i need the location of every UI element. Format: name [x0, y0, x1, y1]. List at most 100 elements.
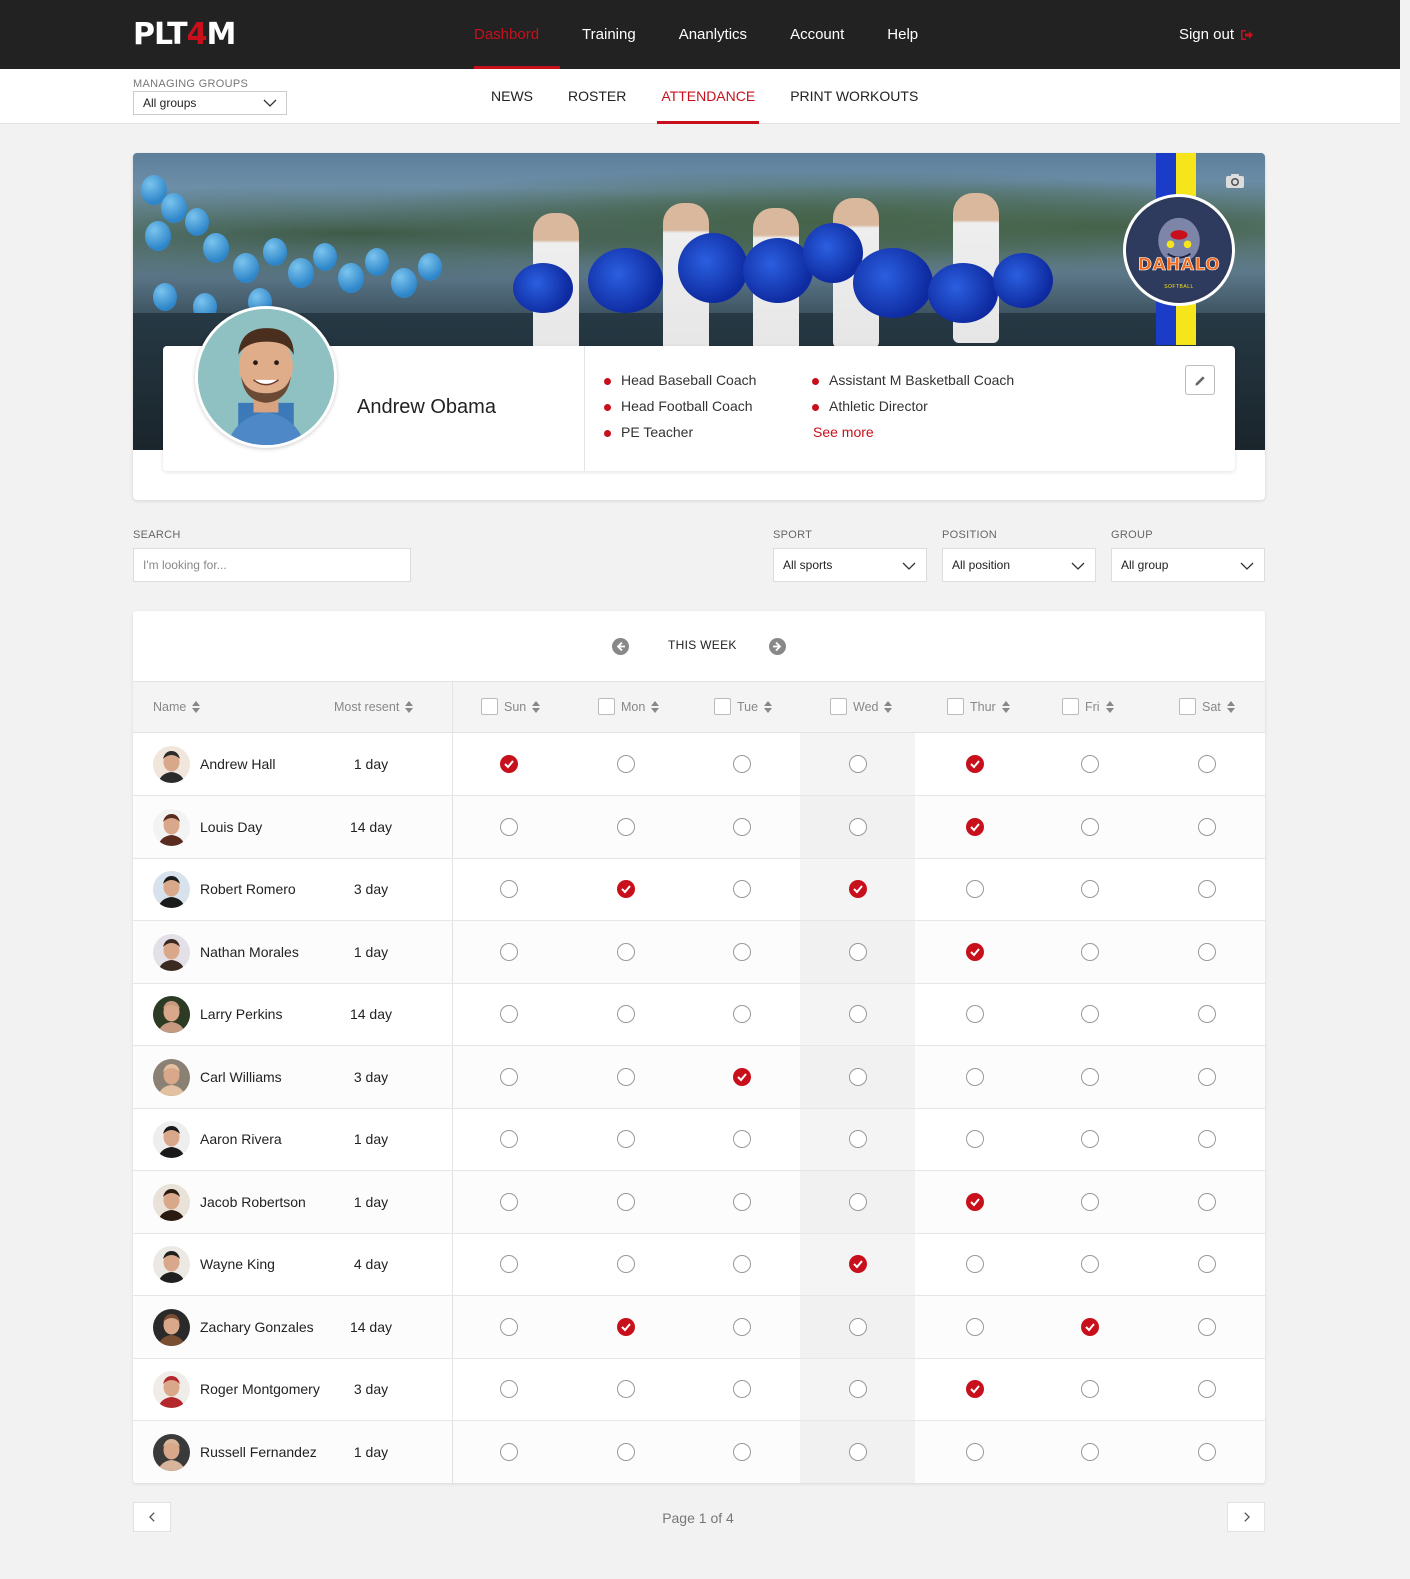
nav-training[interactable]: Training: [582, 0, 657, 69]
attendance-checked-icon[interactable]: [966, 1192, 984, 1211]
attendance-radio[interactable]: [617, 755, 635, 773]
attendance-radio[interactable]: [1198, 1005, 1216, 1023]
attendance-checked-icon[interactable]: [500, 755, 518, 773]
attendance-radio[interactable]: [966, 1255, 984, 1273]
row-name[interactable]: Wayne King: [200, 1256, 275, 1272]
attendance-radio[interactable]: [1198, 880, 1216, 898]
avatar[interactable]: [153, 1121, 190, 1158]
attendance-radio[interactable]: [617, 1192, 635, 1211]
row-name[interactable]: Zachary Gonzales: [200, 1319, 314, 1335]
attendance-checked-icon[interactable]: [733, 1067, 751, 1086]
attendance-radio[interactable]: [1081, 1255, 1099, 1273]
attendance-radio[interactable]: [1198, 1067, 1216, 1086]
column-header-fri[interactable]: Fri: [1062, 698, 1114, 715]
attendance-radio[interactable]: [966, 1067, 984, 1086]
group-select[interactable]: All group: [1111, 548, 1265, 582]
managing-groups-select[interactable]: All groups: [133, 91, 287, 115]
select-day-checkbox[interactable]: [598, 698, 615, 715]
attendance-radio[interactable]: [617, 1442, 635, 1461]
next-week-arrow-icon[interactable]: [769, 638, 786, 655]
select-day-checkbox[interactable]: [481, 698, 498, 715]
attendance-radio[interactable]: [500, 817, 518, 836]
attendance-radio[interactable]: [1198, 755, 1216, 773]
attendance-radio[interactable]: [500, 1255, 518, 1273]
attendance-radio[interactable]: [966, 880, 984, 898]
avatar[interactable]: [153, 1183, 190, 1221]
avatar[interactable]: [153, 1371, 190, 1408]
column-header-sun[interactable]: Sun: [481, 698, 541, 715]
column-header-mon[interactable]: Mon: [598, 698, 660, 715]
attendance-radio[interactable]: [1081, 1005, 1099, 1023]
attendance-radio[interactable]: [733, 1255, 751, 1273]
attendance-radio[interactable]: [733, 817, 751, 836]
attendance-checked-icon[interactable]: [617, 1317, 635, 1336]
row-name[interactable]: Larry Perkins: [200, 1006, 282, 1022]
row-name[interactable]: Robert Romero: [200, 881, 296, 897]
avatar[interactable]: [153, 1433, 190, 1471]
attendance-radio[interactable]: [1198, 1255, 1216, 1273]
attendance-radio[interactable]: [617, 1067, 635, 1086]
see-more-link[interactable]: See more: [813, 424, 874, 440]
select-day-checkbox[interactable]: [947, 698, 964, 715]
attendance-radio[interactable]: [849, 1067, 867, 1086]
attendance-radio[interactable]: [1198, 817, 1216, 836]
attendance-radio[interactable]: [617, 1380, 635, 1398]
edit-profile-button[interactable]: [1185, 365, 1215, 395]
row-name[interactable]: Roger Montgomery: [200, 1381, 320, 1397]
attendance-radio[interactable]: [1198, 942, 1216, 961]
sign-out-button[interactable]: Sign out: [1179, 0, 1254, 69]
attendance-radio[interactable]: [500, 1380, 518, 1398]
attendance-radio[interactable]: [1081, 1192, 1099, 1211]
column-header-wed[interactable]: Wed: [830, 698, 893, 715]
row-name[interactable]: Nathan Morales: [200, 944, 299, 960]
attendance-radio[interactable]: [1198, 1130, 1216, 1148]
attendance-radio[interactable]: [500, 1005, 518, 1023]
attendance-radio[interactable]: [617, 817, 635, 836]
attendance-checked-icon[interactable]: [966, 1380, 984, 1398]
attendance-checked-icon[interactable]: [966, 942, 984, 961]
attendance-checked-icon[interactable]: [849, 1255, 867, 1273]
camera-icon[interactable]: [1225, 173, 1245, 189]
attendance-radio[interactable]: [849, 817, 867, 836]
attendance-checked-icon[interactable]: [1081, 1317, 1099, 1336]
attendance-radio[interactable]: [849, 1130, 867, 1148]
column-header-tue[interactable]: Tue: [714, 698, 773, 715]
plt4m-logo[interactable]: PLT 4 M: [133, 20, 236, 50]
nav-dashboard[interactable]: Dashbord: [474, 0, 561, 69]
nav-account[interactable]: Account: [790, 0, 865, 69]
attendance-radio[interactable]: [733, 942, 751, 961]
tab-print-workouts[interactable]: PRINT WORKOUTS: [786, 69, 922, 124]
attendance-radio[interactable]: [500, 1442, 518, 1461]
attendance-radio[interactable]: [733, 1317, 751, 1336]
attendance-checked-icon[interactable]: [617, 880, 635, 898]
attendance-radio[interactable]: [733, 1005, 751, 1023]
attendance-radio[interactable]: [733, 1192, 751, 1211]
sport-select[interactable]: All sports: [773, 548, 927, 582]
row-name[interactable]: Aaron Rivera: [200, 1131, 282, 1147]
attendance-radio[interactable]: [1198, 1317, 1216, 1336]
attendance-radio[interactable]: [617, 1255, 635, 1273]
attendance-radio[interactable]: [849, 1380, 867, 1398]
column-header-thur[interactable]: Thur: [947, 698, 1010, 715]
attendance-radio[interactable]: [849, 1192, 867, 1211]
attendance-radio[interactable]: [733, 1380, 751, 1398]
attendance-radio[interactable]: [849, 755, 867, 773]
attendance-radio[interactable]: [1081, 1067, 1099, 1086]
column-header-name[interactable]: Name: [153, 700, 201, 714]
select-day-checkbox[interactable]: [1179, 698, 1196, 715]
attendance-radio[interactable]: [733, 1442, 751, 1461]
row-name[interactable]: Russell Fernandez: [200, 1444, 317, 1460]
attendance-radio[interactable]: [1081, 817, 1099, 836]
attendance-radio[interactable]: [1081, 755, 1099, 773]
attendance-radio[interactable]: [500, 1067, 518, 1086]
attendance-radio[interactable]: [733, 1130, 751, 1148]
next-page-button[interactable]: [1227, 1502, 1265, 1532]
attendance-radio[interactable]: [500, 1130, 518, 1148]
profile-avatar[interactable]: [195, 306, 337, 448]
tab-roster[interactable]: ROSTER: [564, 69, 630, 124]
column-header-most-recent[interactable]: Most resent: [334, 700, 414, 714]
search-input[interactable]: I'm looking for...: [133, 548, 411, 582]
attendance-radio[interactable]: [617, 942, 635, 961]
attendance-radio[interactable]: [966, 1005, 984, 1023]
tab-news[interactable]: NEWS: [487, 69, 537, 124]
